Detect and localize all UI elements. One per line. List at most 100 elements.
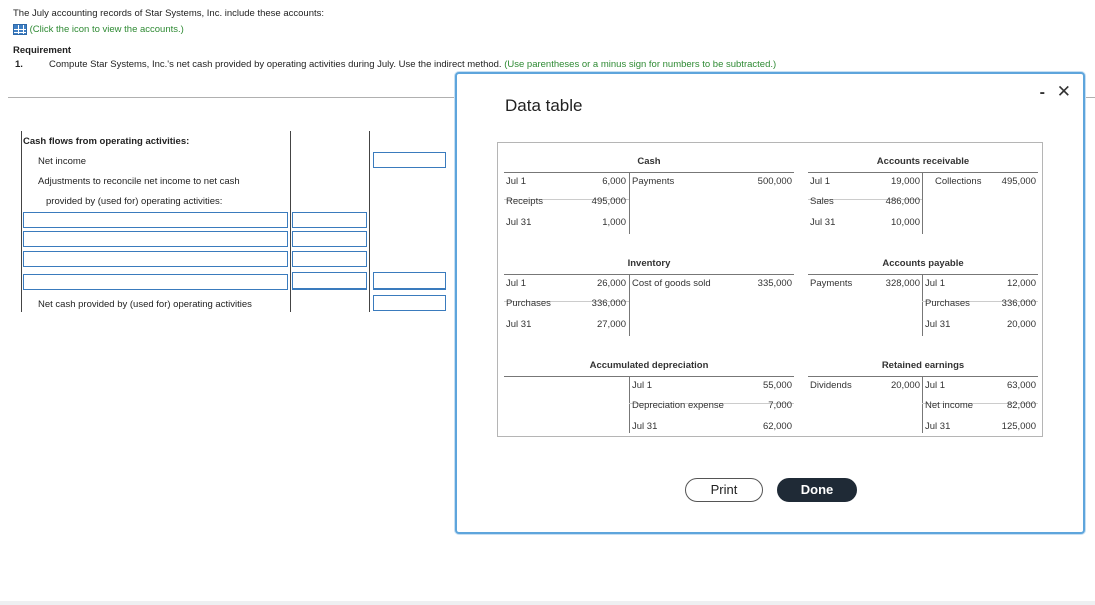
accum-depr-c2-amt: 7,000 bbox=[768, 400, 792, 411]
inventory-d1-label: Jul 1 bbox=[506, 278, 527, 289]
requirement-number: 1. bbox=[15, 59, 23, 70]
ar-c1-amt: 495,000 bbox=[1001, 176, 1036, 187]
adjustments-label-1: Adjustments to reconcile net income to n… bbox=[38, 176, 240, 187]
ap-divider bbox=[922, 274, 923, 336]
accum-depr-divider bbox=[629, 376, 630, 433]
ar-t-account: Accounts receivable Jul 1 19,000 Sales 4… bbox=[808, 151, 1038, 241]
ap-d1-amt: 328,000 bbox=[885, 278, 920, 289]
cash-d2-label: Receipts bbox=[506, 196, 543, 207]
cash-d1-label: Jul 1 bbox=[506, 176, 527, 187]
ar-title: Accounts receivable bbox=[876, 156, 970, 167]
intro-text: The July accounting records of Star Syst… bbox=[13, 8, 325, 19]
print-button[interactable]: Print bbox=[685, 478, 763, 502]
cash-c1-amt: 500,000 bbox=[757, 176, 792, 187]
bottom-bar bbox=[0, 601, 1095, 605]
worksheet-col-divider-1 bbox=[290, 131, 291, 312]
re-c1-label: Jul 1 bbox=[925, 380, 946, 391]
re-c2-amt: 82,000 bbox=[1006, 400, 1036, 411]
adjustments-total-input[interactable] bbox=[373, 272, 446, 290]
re-c3-amt: 125,000 bbox=[1001, 421, 1036, 432]
cash-t-account: Cash Jul 1 6,000 Receipts 495,000 Jul 31… bbox=[504, 151, 794, 241]
close-button[interactable]: ✕ bbox=[1057, 82, 1071, 102]
cash-divider bbox=[629, 172, 630, 234]
ap-c3-amt: 20,000 bbox=[1006, 319, 1036, 330]
adjustment-2-label-input[interactable] bbox=[23, 231, 288, 247]
adjustment-1-amount-input[interactable] bbox=[292, 212, 367, 228]
requirement-label: Requirement bbox=[13, 45, 72, 56]
re-c3-label: Jul 31 bbox=[925, 421, 951, 432]
ap-c3-label: Jul 31 bbox=[925, 319, 951, 330]
ar-c1-label: Collections bbox=[935, 176, 982, 187]
accum-depr-c1-amt: 55,000 bbox=[762, 380, 792, 391]
ap-c1-label: Jul 1 bbox=[925, 278, 946, 289]
accum-depr-c2-label: Depreciation expense bbox=[632, 400, 724, 411]
done-button[interactable]: Done bbox=[777, 478, 857, 502]
ap-c2-label: Purchases bbox=[925, 298, 970, 309]
re-d1-amt: 20,000 bbox=[890, 380, 920, 391]
ar-d3-label: Jul 31 bbox=[810, 217, 836, 228]
ar-d1-label: Jul 1 bbox=[810, 176, 831, 187]
re-t-account: Retained earnings Dividends 20,000 Jul 1… bbox=[808, 355, 1038, 435]
operating-activities-heading: Cash flows from operating activities: bbox=[23, 136, 190, 147]
ap-t-account: Accounts payable Payments 328,000 Jul 1 … bbox=[808, 253, 1038, 343]
adjustments-label-2: provided by (used for) operating activit… bbox=[46, 196, 223, 207]
minimize-button[interactable]: - bbox=[1040, 84, 1045, 102]
adjustment-1-label-input[interactable] bbox=[23, 212, 288, 228]
data-table-icon[interactable] bbox=[13, 24, 27, 35]
inventory-c1-amt: 335,000 bbox=[757, 278, 792, 289]
net-income-input[interactable] bbox=[373, 152, 446, 168]
ap-c2-amt: 336,000 bbox=[1001, 298, 1036, 309]
adjustment-4-label-input[interactable] bbox=[23, 274, 288, 290]
inventory-d3-amt: 27,000 bbox=[596, 319, 626, 330]
cash-d2-amt: 495,000 bbox=[591, 196, 626, 207]
divider-right bbox=[1086, 97, 1095, 98]
divider bbox=[8, 97, 456, 98]
cash-topline bbox=[504, 172, 794, 173]
accum-depr-title: Accumulated depreciation bbox=[589, 360, 709, 371]
requirement-text: Compute Star Systems, Inc.'s net cash pr… bbox=[49, 59, 776, 70]
data-table-dialog: Data table - ✕ Cash Jul 1 6,000 Receipts… bbox=[455, 72, 1085, 534]
cash-title: Cash bbox=[637, 156, 661, 167]
adjustment-4-amount-input[interactable] bbox=[292, 272, 367, 290]
adjustment-2-amount-input[interactable] bbox=[292, 231, 367, 247]
worksheet-left-border bbox=[21, 131, 22, 312]
ar-d1-amt: 19,000 bbox=[890, 176, 920, 187]
inventory-d2-amt: 336,000 bbox=[591, 298, 626, 309]
net-cash-input[interactable] bbox=[373, 295, 446, 311]
inventory-d2-label: Purchases bbox=[506, 298, 551, 309]
ar-d2-amt: 486,000 bbox=[885, 196, 920, 207]
re-title: Retained earnings bbox=[881, 360, 965, 371]
accum-depr-c1-label: Jul 1 bbox=[632, 380, 653, 391]
re-d1-label: Dividends bbox=[810, 380, 852, 391]
inventory-d1-amt: 26,000 bbox=[596, 278, 626, 289]
ar-d3-amt: 10,000 bbox=[890, 217, 920, 228]
cash-d3-amt: 1,000 bbox=[602, 217, 626, 228]
cash-d3-label: Jul 31 bbox=[506, 217, 532, 228]
ap-d1-label: Payments bbox=[810, 278, 853, 289]
worksheet-col-divider-2 bbox=[369, 131, 370, 312]
cash-d1-amt: 6,000 bbox=[602, 176, 626, 187]
requirement-text-main: Compute Star Systems, Inc.'s net cash pr… bbox=[49, 59, 502, 70]
adjustment-3-label-input[interactable] bbox=[23, 251, 288, 267]
ap-title: Accounts payable bbox=[882, 258, 964, 269]
cash-c1-label: Payments bbox=[632, 176, 675, 187]
accum-depr-c3-label: Jul 31 bbox=[632, 421, 658, 432]
ap-c1-amt: 12,000 bbox=[1006, 278, 1036, 289]
ar-divider bbox=[922, 172, 923, 234]
ledger-table: Cash Jul 1 6,000 Receipts 495,000 Jul 31… bbox=[497, 142, 1043, 437]
ap-topline bbox=[808, 274, 1038, 275]
inventory-divider bbox=[629, 274, 630, 336]
accum-depr-topline bbox=[504, 376, 794, 377]
requirement-hint: (Use parentheses or a minus sign for num… bbox=[504, 59, 777, 70]
re-topline bbox=[808, 376, 1038, 377]
inventory-t-account: Inventory Jul 1 26,000 Purchases 336,000… bbox=[504, 253, 794, 343]
accum-depr-c3-amt: 62,000 bbox=[762, 421, 792, 432]
re-divider bbox=[922, 376, 923, 433]
ar-d2-label: Sales bbox=[810, 196, 834, 207]
inventory-d3-label: Jul 31 bbox=[506, 319, 532, 330]
view-accounts-link[interactable]: (Click the icon to view the accounts.) bbox=[13, 24, 184, 35]
re-c2-label: Net income bbox=[925, 400, 974, 411]
view-accounts-link-text[interactable]: (Click the icon to view the accounts.) bbox=[30, 24, 184, 35]
dialog-title: Data table bbox=[505, 96, 583, 115]
adjustment-3-amount-input[interactable] bbox=[292, 251, 367, 267]
